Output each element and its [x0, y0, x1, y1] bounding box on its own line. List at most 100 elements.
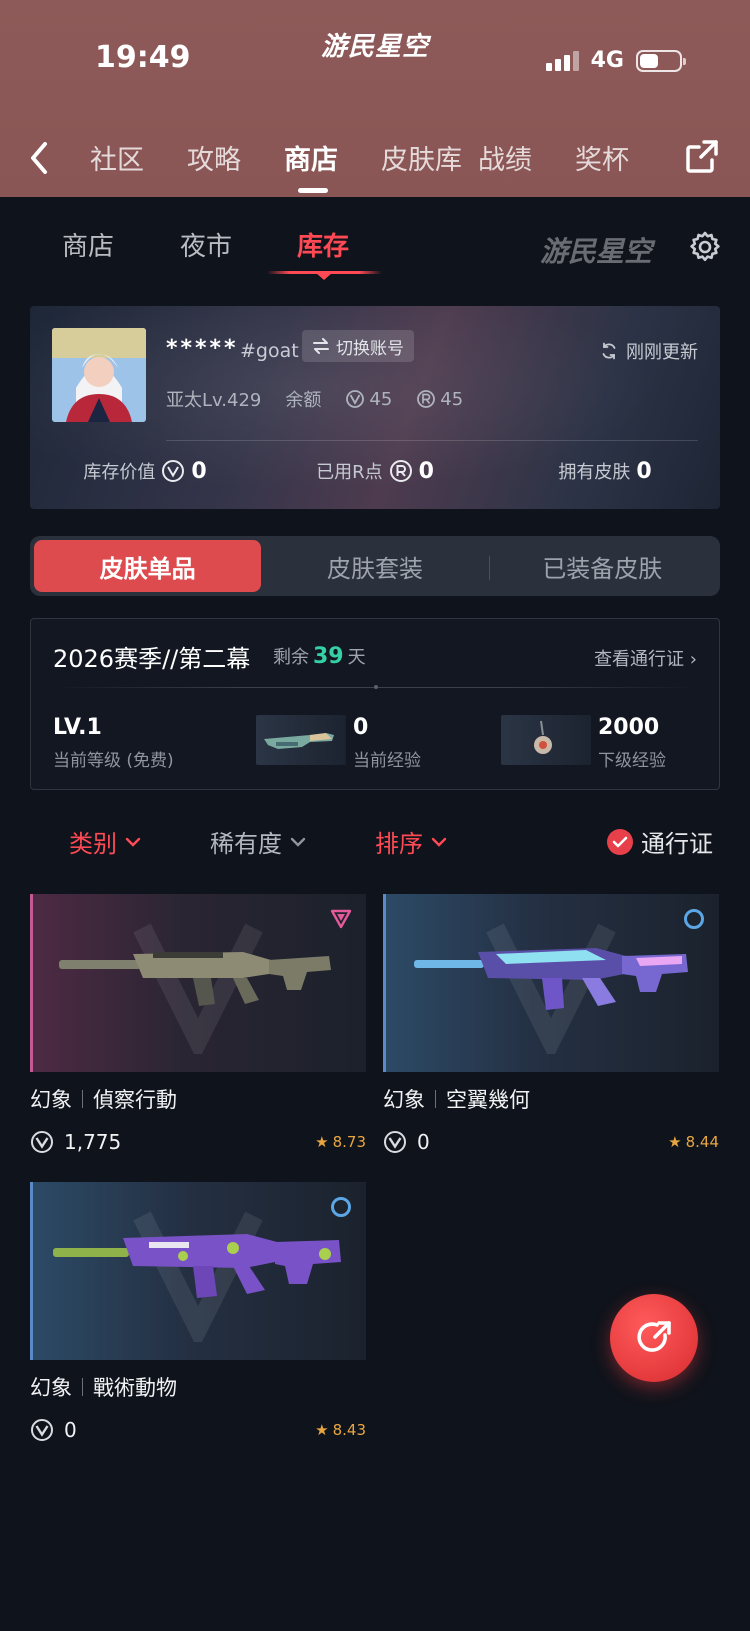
back-icon[interactable] — [25, 138, 55, 178]
signal-icon — [545, 50, 579, 71]
level-label: 当前等级 (免费) — [53, 751, 174, 771]
app-header: 19:49 游民星空 4G 社区 攻略 商店 皮肤库 战绩 奖杯 — [0, 0, 750, 197]
stat-label: 已用R点 — [316, 462, 383, 483]
vp-balance: 45 — [345, 389, 392, 410]
price-value: 0 — [417, 1130, 430, 1154]
segment-equipped-label: 已装备皮肤 — [542, 554, 663, 583]
skin-meta: 0 ★ 8.43 — [30, 1418, 366, 1442]
stat-value: 0 — [636, 458, 652, 484]
chevron-right-icon: › — [689, 649, 697, 670]
view-pass-label: 查看通行证 — [594, 649, 685, 670]
score-value: 8.73 — [332, 1133, 366, 1151]
current-exp: 0 当前经验 — [353, 715, 421, 771]
vp-icon — [384, 1131, 406, 1153]
stat-value: 0 — [418, 458, 434, 484]
filter-bar: 类别 稀有度 排序 通行证 — [0, 820, 750, 860]
chevron-down-icon — [431, 837, 447, 847]
skin-name: 幻象 空翼幾何 — [383, 1084, 719, 1114]
weapon-image — [59, 952, 331, 1006]
nav-tab-guides[interactable]: 攻略 — [187, 138, 284, 177]
vp-icon — [31, 1419, 53, 1441]
share-fab-button[interactable] — [610, 1294, 698, 1382]
skin-card[interactable]: 幻象 偵察行動 1,775 ★ 8.73 — [30, 894, 366, 1154]
score-value: 8.44 — [685, 1133, 719, 1151]
brand-watermark: 游民星空 — [540, 235, 653, 268]
battle-pass-toggle[interactable]: 通行证 — [607, 824, 713, 859]
skin-price: 1,775 — [30, 1130, 121, 1154]
price-value: 0 — [64, 1418, 77, 1442]
external-link-icon[interactable] — [682, 136, 722, 176]
refresh-icon — [602, 342, 616, 360]
vp-value: 45 — [369, 388, 393, 410]
skin-image — [30, 1182, 366, 1360]
weapon-name: 幻象 — [30, 1088, 72, 1112]
refresh-status[interactable]: 刚刚更新 — [600, 338, 698, 364]
season-divider-dot — [374, 685, 378, 689]
skin-card[interactable]: 幻象 空翼幾何 0 ★ 8.44 — [383, 894, 719, 1154]
category-filter[interactable]: 类别 — [69, 824, 141, 859]
rp-value: 45 — [440, 388, 464, 410]
exp-value: 0 — [353, 715, 369, 740]
skin-title: 空翼幾何 — [446, 1088, 530, 1112]
exp-label: 当前经验 — [353, 751, 421, 771]
name-separator — [435, 1090, 436, 1108]
stat-owned-skins: 拥有皮肤 0 — [490, 458, 720, 484]
inventory-stats: 库存价值 0 已用R点 0 拥有皮肤 0 — [30, 458, 720, 484]
stat-value: 0 — [191, 458, 207, 484]
skin-image — [30, 894, 366, 1072]
remain-suffix: 天 — [347, 647, 366, 668]
season-remaining: 剩余 39 天 — [273, 643, 366, 669]
next-exp-value: 2000 — [598, 715, 660, 740]
nav-tab-records[interactable]: 战绩 — [478, 138, 575, 177]
subtab-shop[interactable]: 商店 — [62, 226, 114, 263]
skin-card[interactable]: 幻象 戰術動物 0 ★ 8.43 — [30, 1182, 366, 1442]
segment-single-skins[interactable]: 皮肤单品 — [34, 540, 262, 592]
star-icon: ★ — [315, 1133, 329, 1151]
stat-used-rp: 已用R点 0 — [260, 458, 490, 484]
skin-price: 0 — [383, 1130, 430, 1154]
switch-account-button[interactable]: 切换账号 — [302, 330, 414, 362]
rarity-triangle-icon — [330, 909, 352, 929]
stat-label: 拥有皮肤 — [558, 462, 631, 483]
subtab-night-market[interactable]: 夜市 — [180, 226, 232, 263]
rarity-circle-icon — [684, 909, 704, 929]
chevron-down-icon — [290, 837, 306, 847]
next-exp-label: 下级经验 — [598, 751, 666, 771]
subtab-inventory[interactable]: 库存 — [297, 226, 349, 263]
vp-icon — [162, 460, 185, 482]
sort-filter[interactable]: 排序 — [375, 824, 447, 859]
segment-skin-bundles[interactable]: 皮肤套装 — [261, 540, 488, 592]
nav-tab-skin-library[interactable]: 皮肤库 — [381, 138, 478, 177]
weapon-image — [53, 1234, 341, 1298]
avatar — [52, 328, 146, 422]
rp-balance: 45 — [416, 389, 463, 410]
nav-tab-store[interactable]: 商店 — [284, 138, 381, 193]
nav-tab-community[interactable]: 社区 — [90, 138, 187, 177]
region-level: 亚太Lv.429 — [166, 390, 262, 411]
updated-label: 刚刚更新 — [626, 342, 698, 363]
stat-inventory-value: 库存价值 0 — [30, 458, 260, 484]
player-tag: #goat — [240, 340, 299, 362]
rarity-filter[interactable]: 稀有度 — [210, 824, 306, 859]
profile-card: ***** #goat 切换账号 刚刚更新 亚太Lv.429 余额 45 45 … — [30, 306, 720, 509]
next-level-exp: 2000 下级经验 — [598, 715, 666, 771]
player-name: ***** — [166, 336, 239, 361]
share-icon — [637, 1321, 671, 1352]
gear-icon[interactable] — [688, 230, 722, 264]
segment-equipped-skins[interactable]: 已装备皮肤 — [488, 540, 716, 592]
season-pass-panel: 2026赛季//第二幕 剩余 39 天 查看通行证 › LV.1 当前等级 (免… — [30, 618, 720, 790]
active-tab-notch — [316, 273, 332, 280]
rarity-filter-label: 稀有度 — [210, 830, 282, 858]
vp-icon — [31, 1131, 53, 1153]
swap-icon — [313, 338, 329, 354]
season-title: 2026赛季//第二幕 — [53, 645, 251, 673]
profile-divider — [166, 440, 698, 441]
reward-thumbnail-charm — [501, 715, 591, 765]
skin-meta: 1,775 ★ 8.73 — [30, 1130, 366, 1154]
nav-tab-trophies[interactable]: 奖杯 — [575, 138, 672, 177]
skin-score: ★ 8.44 — [668, 1133, 719, 1151]
chevron-down-icon — [125, 837, 141, 847]
score-value: 8.43 — [332, 1421, 366, 1439]
rp-icon — [417, 390, 436, 408]
view-pass-link[interactable]: 查看通行证 › — [594, 645, 697, 671]
